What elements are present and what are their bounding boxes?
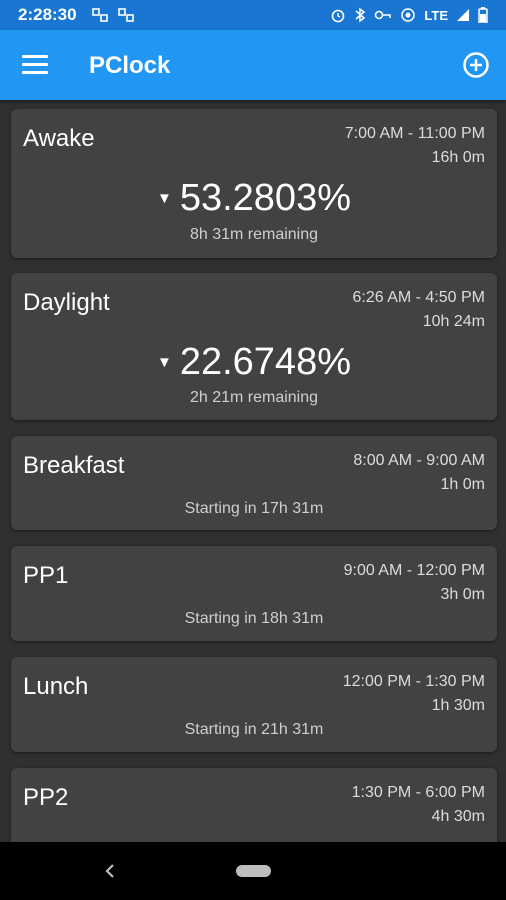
- period-range: 8:00 AM - 9:00 AM: [353, 452, 485, 469]
- period-name: Breakfast: [23, 452, 125, 479]
- period-card[interactable]: Awake 7:00 AM - 11:00 PM 16h 0m ▼ 53.280…: [11, 109, 497, 258]
- period-range: 12:00 PM - 1:30 PM: [342, 673, 485, 690]
- period-name: PP1: [23, 562, 69, 589]
- navigation-bar: [0, 842, 506, 900]
- period-range: 7:00 AM - 11:00 PM: [344, 125, 485, 142]
- period-card[interactable]: Breakfast 8:00 AM - 9:00 AM 1h 0m Starti…: [11, 436, 497, 530]
- system-icons: LTE: [330, 7, 488, 23]
- period-name: PP2: [23, 784, 69, 811]
- progress-row: ▼ 22.6748%: [11, 341, 497, 384]
- period-list[interactable]: Awake 7:00 AM - 11:00 PM 16h 0m ▼ 53.280…: [0, 100, 506, 842]
- alarm-icon: [332, 9, 345, 23]
- notification-icon: [91, 8, 108, 22]
- period-card[interactable]: PP2 1:30 PM - 6:00 PM 4h 30m: [11, 768, 497, 842]
- period-duration: 1h 30m: [431, 697, 485, 714]
- bluetooth-icon: [355, 7, 366, 23]
- period-card[interactable]: Daylight 6:26 AM - 4:50 PM 10h 24m ▼ 22.…: [11, 273, 497, 420]
- triangle-down-icon: ▼: [156, 190, 172, 207]
- status-bar: 2:28:30 LTE: [0, 0, 506, 30]
- home-pill-icon[interactable]: [236, 865, 271, 877]
- back-icon[interactable]: [103, 861, 117, 881]
- notification-icons: [91, 6, 135, 24]
- period-range: 9:00 AM - 12:00 PM: [343, 562, 485, 579]
- period-status: 2h 21m remaining: [189, 389, 319, 406]
- period-range: 6:26 AM - 4:50 PM: [352, 289, 485, 306]
- period-name: Awake: [23, 125, 95, 152]
- hotspot-icon: [401, 8, 416, 22]
- signal-icon: [457, 9, 469, 21]
- period-status: Starting in 18h 31m: [184, 610, 324, 627]
- period-duration: 3h 0m: [440, 586, 485, 603]
- app-title: PClock: [89, 52, 171, 79]
- period-duration: 1h 0m: [440, 476, 485, 493]
- period-status: 8h 31m remaining: [189, 226, 319, 243]
- period-status: Starting in 21h 31m: [184, 721, 324, 738]
- triangle-down-icon: ▼: [156, 354, 172, 371]
- app-bar: PClock: [0, 30, 506, 100]
- progress-percent: 22.6748%: [179, 341, 351, 383]
- status-time: 2:28:30: [18, 5, 77, 24]
- period-card[interactable]: PP1 9:00 AM - 12:00 PM 3h 0m Starting in…: [11, 546, 497, 641]
- period-duration: 4h 30m: [431, 808, 485, 825]
- period-card[interactable]: Lunch 12:00 PM - 1:30 PM 1h 30m Starting…: [11, 657, 497, 752]
- add-circle-icon[interactable]: [462, 51, 490, 79]
- menu-icon[interactable]: [22, 54, 48, 76]
- network-type: LTE: [424, 7, 448, 23]
- period-status: Starting in 17h 31m: [184, 500, 324, 517]
- progress-percent: 53.2803%: [179, 177, 351, 219]
- period-range: 1:30 PM - 6:00 PM: [351, 784, 485, 801]
- vpn-key-icon: [375, 10, 392, 20]
- period-duration: 10h 24m: [422, 313, 485, 330]
- period-name: Lunch: [23, 673, 89, 700]
- period-name: Daylight: [23, 289, 110, 316]
- period-duration: 16h 0m: [431, 149, 485, 166]
- battery-icon: [478, 7, 488, 23]
- progress-row: ▼ 53.2803%: [11, 177, 497, 220]
- notification-icon: [117, 8, 134, 22]
